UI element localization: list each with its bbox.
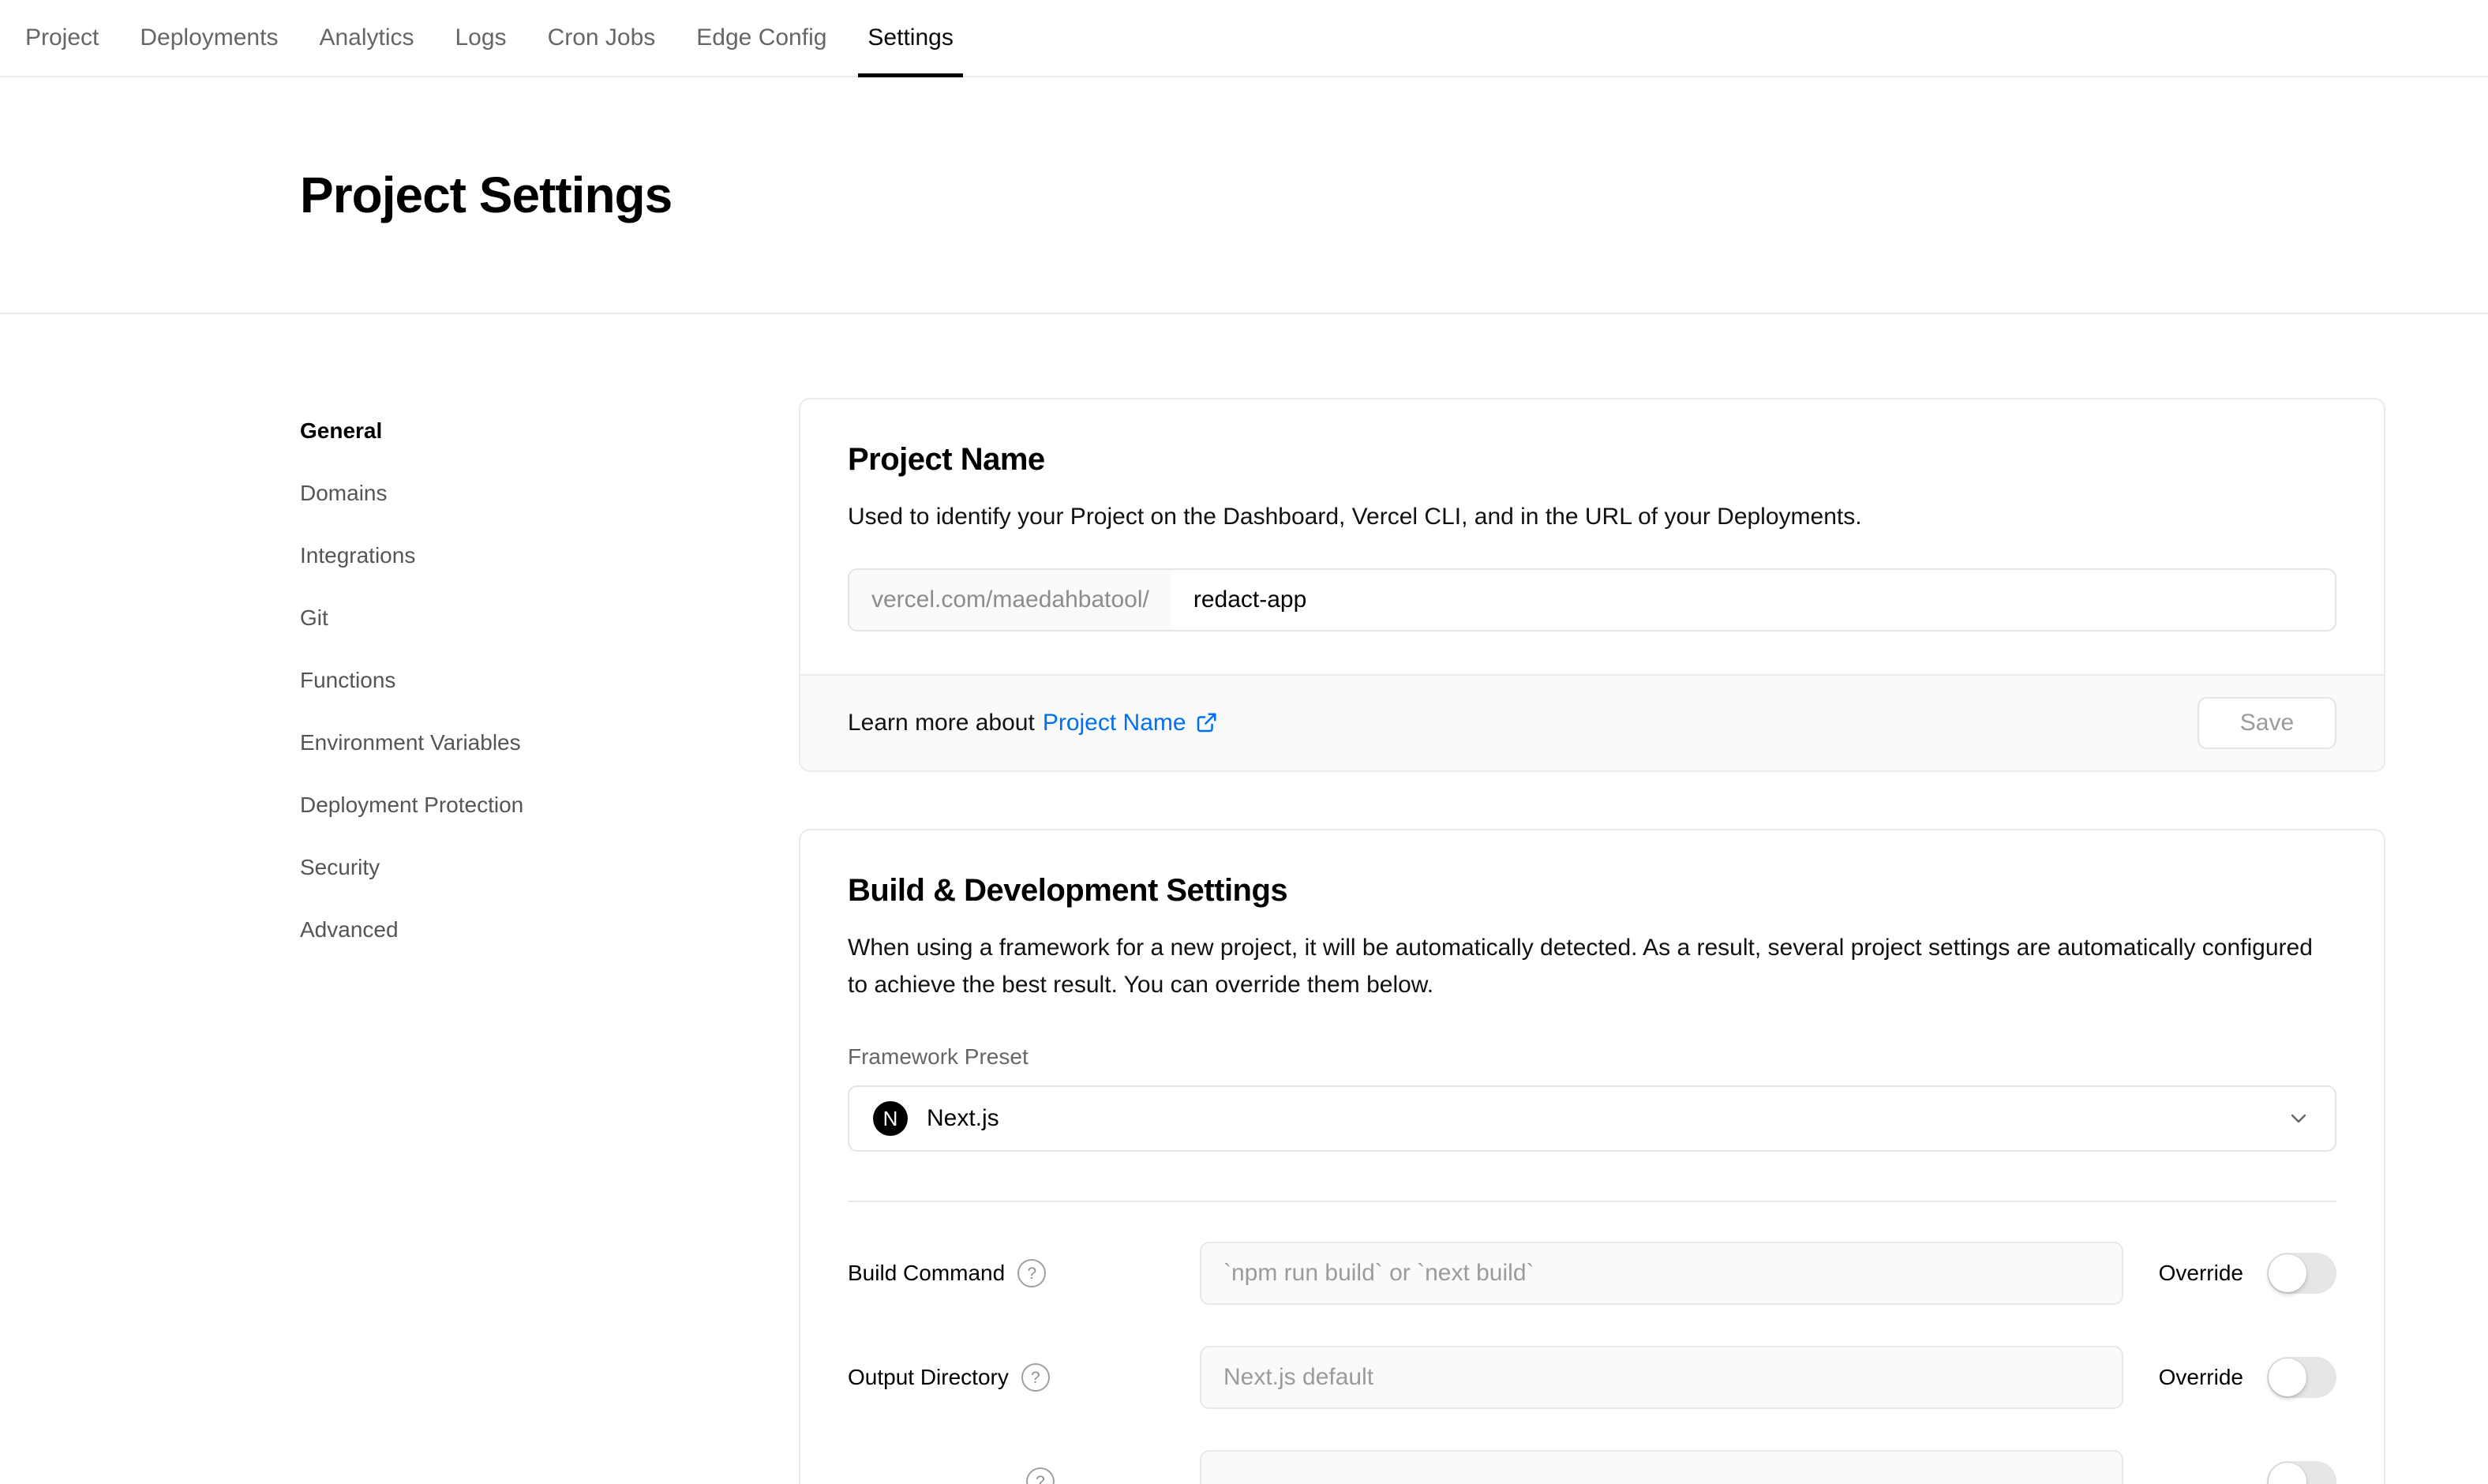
sidebar-item-advanced[interactable]: Advanced <box>300 916 799 943</box>
output-directory-label: Output Directory ? <box>848 1363 1200 1392</box>
partial-setting-row: ? <box>848 1450 2336 1484</box>
output-directory-override: Override <box>2159 1357 2336 1398</box>
build-command-label: Build Command ? <box>848 1259 1200 1287</box>
sidebar-item-security[interactable]: Security <box>300 854 799 881</box>
tab-deployments[interactable]: Deployments <box>140 0 278 76</box>
save-button[interactable]: Save <box>2198 697 2336 749</box>
output-directory-row: Output Directory ? Override <box>848 1346 2336 1409</box>
sidebar-item-deployment-protection[interactable]: Deployment Protection <box>300 792 799 819</box>
framework-preset-value: Next.js <box>927 1105 999 1132</box>
build-command-input[interactable] <box>1200 1242 2123 1305</box>
project-name-input-group: vercel.com/maedahbatool/ <box>848 568 2336 631</box>
tab-analytics[interactable]: Analytics <box>319 0 414 76</box>
partial-row-input[interactable] <box>1200 1450 2123 1484</box>
tab-logs[interactable]: Logs <box>455 0 507 76</box>
page-header: Project Settings <box>0 77 2488 314</box>
tab-project[interactable]: Project <box>25 0 99 76</box>
sidebar-item-git[interactable]: Git <box>300 605 799 631</box>
nextjs-logo-icon: N <box>873 1101 908 1136</box>
learn-more-text: Learn more about <box>848 710 1035 736</box>
output-directory-override-toggle[interactable] <box>2267 1357 2336 1398</box>
chevron-down-icon <box>2286 1106 2311 1131</box>
tab-cron-jobs[interactable]: Cron Jobs <box>548 0 656 76</box>
tab-settings[interactable]: Settings <box>867 0 953 76</box>
output-directory-input[interactable] <box>1200 1346 2123 1409</box>
help-icon[interactable]: ? <box>1026 1467 1055 1484</box>
settings-content: Project Name Used to identify your Proje… <box>799 398 2385 1484</box>
project-tabs: Project Deployments Analytics Logs Cron … <box>0 0 2488 77</box>
toggle-knob <box>2269 1358 2306 1396</box>
build-settings-card-title: Build & Development Settings <box>848 873 2336 909</box>
tab-edge-config[interactable]: Edge Config <box>696 0 826 76</box>
svg-text:N: N <box>883 1107 898 1130</box>
project-name-card: Project Name Used to identify your Proje… <box>799 398 2385 772</box>
learn-more-note: Learn more about Project Name <box>848 710 1218 736</box>
help-icon[interactable]: ? <box>1017 1259 1046 1287</box>
settings-layout: General Domains Integrations Git Functio… <box>0 314 2488 1484</box>
sidebar-item-integrations[interactable]: Integrations <box>300 542 799 569</box>
project-name-card-footer: Learn more about Project Name Save <box>800 674 2384 770</box>
build-settings-card: Build & Development Settings When using … <box>799 829 2385 1484</box>
external-link-icon <box>1194 711 1218 735</box>
output-directory-label-text: Output Directory <box>848 1365 1009 1390</box>
project-name-url-prefix: vercel.com/maedahbatool/ <box>849 570 1171 630</box>
partial-row-override-toggle[interactable] <box>2267 1461 2336 1484</box>
sidebar-item-environment-variables[interactable]: Environment Variables <box>300 729 799 756</box>
override-label: Override <box>2159 1261 2243 1286</box>
help-icon[interactable]: ? <box>1021 1363 1050 1392</box>
section-divider <box>848 1201 2336 1202</box>
project-name-docs-link-label: Project Name <box>1043 710 1186 736</box>
settings-sidebar: General Domains Integrations Git Functio… <box>300 398 799 1484</box>
sidebar-item-functions[interactable]: Functions <box>300 667 799 694</box>
build-command-override-toggle[interactable] <box>2267 1253 2336 1294</box>
project-name-card-title: Project Name <box>848 442 2336 478</box>
build-command-override: Override <box>2159 1253 2336 1294</box>
project-name-docs-link[interactable]: Project Name <box>1043 710 1218 736</box>
sidebar-item-domains[interactable]: Domains <box>300 480 799 507</box>
partial-row-override <box>2243 1461 2336 1484</box>
toggle-knob <box>2269 1254 2306 1292</box>
build-command-row: Build Command ? Override <box>848 1242 2336 1305</box>
partial-row-label: ? <box>848 1467 1200 1484</box>
toggle-knob <box>2269 1463 2306 1484</box>
framework-preset-select[interactable]: N Next.js <box>848 1085 2336 1152</box>
override-label: Override <box>2159 1365 2243 1390</box>
page-title: Project Settings <box>300 166 672 224</box>
project-name-input[interactable] <box>1171 570 2335 630</box>
build-settings-card-description: When using a framework for a new project… <box>848 929 2336 1003</box>
build-command-label-text: Build Command <box>848 1261 1005 1286</box>
framework-preset-label: Framework Preset <box>848 1044 2336 1070</box>
project-name-card-description: Used to identify your Project on the Das… <box>848 498 2336 535</box>
sidebar-item-general[interactable]: General <box>300 418 799 444</box>
